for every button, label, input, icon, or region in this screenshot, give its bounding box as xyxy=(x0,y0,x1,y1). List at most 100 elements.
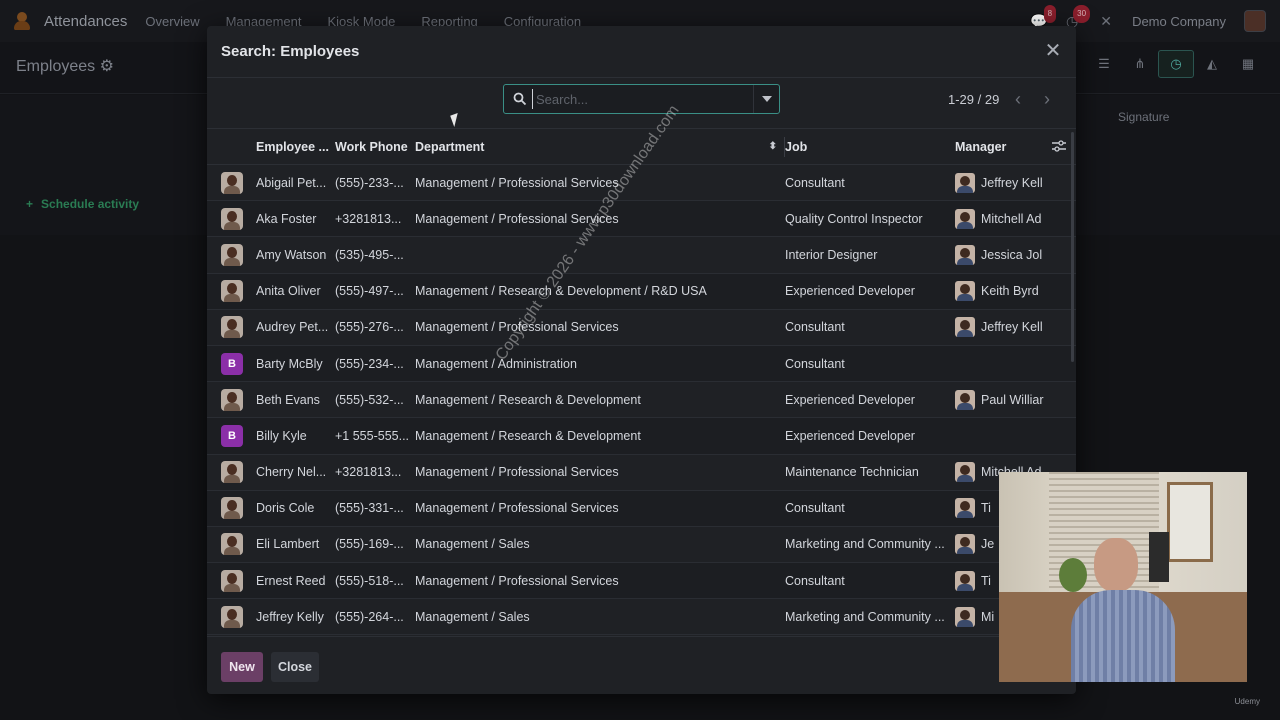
department-cell: Management / Sales xyxy=(415,598,785,636)
optional-columns-icon[interactable] xyxy=(1052,140,1066,152)
close-button[interactable]: Close xyxy=(271,652,319,682)
manager-name: Keith Byrd xyxy=(981,284,1039,299)
manager-name: Ti xyxy=(981,501,991,516)
table-row[interactable]: Beth Evans (555)-532-... Management / Rese… xyxy=(207,381,1076,419)
employee-avatar xyxy=(221,171,243,194)
job-cell: Consultant xyxy=(785,345,955,383)
manager-badge: Jessica Jol xyxy=(955,244,1076,265)
table-row[interactable]: Eli Lambert (555)-169-... Management / Sal… xyxy=(207,526,1076,564)
job-cell: Marketing and Community ... xyxy=(785,526,955,564)
search-icon xyxy=(513,92,527,106)
table-row[interactable]: Audrey Pet... (555)-276-... Management / P… xyxy=(207,309,1076,346)
menu-overview[interactable]: Overview xyxy=(145,14,199,29)
close-icon[interactable]: ✕ xyxy=(1042,40,1064,62)
department-cell: Management / Professional Services xyxy=(415,164,785,202)
pager-value[interactable]: 1-29 / 29 xyxy=(948,92,999,107)
messages-badge: 8 xyxy=(1043,5,1057,23)
manager-cell: Mitchell Ad xyxy=(955,200,1076,238)
manager-cell: Jeffrey Kell xyxy=(955,164,1076,202)
debug-tools-icon[interactable]: ✕ xyxy=(1098,13,1114,29)
manager-name: Mi xyxy=(981,609,995,624)
employee-name-cell: Billy Kyle xyxy=(256,417,335,455)
sort-icon: ⬍ xyxy=(768,141,777,152)
table-row[interactable]: B Barty McBly (555)-234-... Management / Ad… xyxy=(207,345,1076,383)
employee-name-cell: Audrey Pet... xyxy=(256,309,335,346)
employee-letter-avatar: B xyxy=(221,424,243,447)
search-panel-toggle[interactable] xyxy=(753,85,779,113)
scrollbar[interactable] xyxy=(1071,132,1074,362)
manager-avatar xyxy=(955,389,975,410)
table-row[interactable]: Doris Cole (555)-331-... Management / Prof… xyxy=(207,490,1076,527)
signature-column-header: Signature xyxy=(1118,110,1170,124)
work-phone-cell: (535)-495-... xyxy=(335,236,415,274)
table-row[interactable]: Aka Foster +3281813... Management / Profes… xyxy=(207,200,1076,238)
user-avatar[interactable] xyxy=(1244,10,1266,32)
department-cell: Management / Sales xyxy=(415,526,785,564)
work-phone-cell: (555)-518-... xyxy=(335,562,415,600)
chevron-left-icon[interactable]: ‹ xyxy=(1007,88,1029,110)
avatar-cell xyxy=(207,164,256,202)
employee-name-cell: Abigail Pet... xyxy=(256,164,335,202)
manager-name: Jeffrey Kell xyxy=(981,320,1043,335)
work-phone-cell: (555)-532-... xyxy=(335,381,415,419)
gear-icon[interactable]: ⚙ xyxy=(100,58,114,75)
manager-avatar xyxy=(955,208,975,229)
work-phone-column-header[interactable]: Work Phone xyxy=(335,128,415,165)
employee-avatar xyxy=(221,243,243,266)
avatar-cell xyxy=(207,598,256,636)
job-cell: Quality Control Inspector xyxy=(785,200,955,238)
view-switcher: ☰ ⋔ ◷ ◭ ▦ xyxy=(1086,50,1266,78)
manager-avatar xyxy=(955,498,975,519)
table-row[interactable]: Jeffrey Kelly (555)-264-... Management / S… xyxy=(207,598,1076,636)
list-view-icon[interactable]: ☰ xyxy=(1086,50,1122,78)
udemy-logo: Udemy xyxy=(1234,697,1260,706)
table-row[interactable]: Amy Watson (535)-495-... Interior Designer… xyxy=(207,236,1076,274)
search-input[interactable] xyxy=(532,89,746,109)
table-row[interactable]: Cherry Nel... +3281813... Management / Pro… xyxy=(207,454,1076,491)
table-row[interactable]: Ernest Reed (555)-518-... Management / Pro… xyxy=(207,562,1076,600)
job-cell: Marketing and Community ... xyxy=(785,598,955,636)
manager-name: Paul Williar xyxy=(981,392,1044,407)
employee-column-header[interactable]: Employee ... xyxy=(256,128,335,165)
dialog-title: Search: Employees xyxy=(221,43,360,60)
employee-avatar xyxy=(221,497,243,520)
new-button[interactable]: New xyxy=(221,652,263,682)
department-cell: Management / Research & Development / R&… xyxy=(415,273,785,310)
hierarchy-view-icon[interactable]: ⋔ xyxy=(1122,50,1158,78)
department-column-header[interactable]: Department ⬍ xyxy=(415,128,785,165)
job-cell: Experienced Developer xyxy=(785,417,955,455)
app-name[interactable]: Attendances xyxy=(44,13,127,30)
job-column-header[interactable]: Job xyxy=(785,128,955,165)
job-cell: Consultant xyxy=(785,562,955,600)
company-switcher[interactable]: Demo Company xyxy=(1132,14,1226,29)
graph-view-icon[interactable]: ◭ xyxy=(1194,50,1230,78)
manager-badge: Mitchell Ad xyxy=(955,208,1076,229)
schedule-activity-link[interactable]: + Schedule activity xyxy=(26,197,139,211)
manager-cell: Jeffrey Kell xyxy=(955,309,1076,346)
pivot-view-icon[interactable]: ▦ xyxy=(1230,50,1266,78)
table-row[interactable]: B Billy Kyle +1 555-555... Management / Res… xyxy=(207,417,1076,455)
manager-badge: Paul Williar xyxy=(955,389,1076,410)
department-cell: Management / Professional Services xyxy=(415,309,785,346)
table-row[interactable]: Anita Oliver (555)-497-... Management / Re… xyxy=(207,273,1076,310)
manager-column-header[interactable]: Manager xyxy=(955,128,1076,165)
work-phone-cell: (555)-233-... xyxy=(335,164,415,202)
manager-name: Ti xyxy=(981,573,991,588)
activity-view-icon[interactable]: ◷ xyxy=(1158,50,1194,78)
employee-name-cell: Cherry Nel... xyxy=(256,454,335,491)
employees-table: Employee ... Work Phone Department ⬍ Job … xyxy=(207,128,1076,636)
employee-name-cell: Jeffrey Kelly xyxy=(256,598,335,636)
employee-avatar xyxy=(221,388,243,411)
work-phone-cell: +1 555-555... xyxy=(335,417,415,455)
department-cell: Management / Research & Development xyxy=(415,381,785,419)
chevron-right-icon[interactable]: › xyxy=(1036,88,1058,110)
employee-name-cell: Beth Evans xyxy=(256,381,335,419)
attendances-app-icon[interactable] xyxy=(14,12,30,30)
work-phone-cell: +3281813... xyxy=(335,454,415,491)
avatar-cell xyxy=(207,562,256,600)
manager-name: Mitchell Ad xyxy=(981,211,1042,226)
job-cell: Consultant xyxy=(785,309,955,346)
manager-avatar xyxy=(955,172,975,193)
employee-avatar xyxy=(221,533,243,556)
employee-avatar xyxy=(221,280,243,303)
